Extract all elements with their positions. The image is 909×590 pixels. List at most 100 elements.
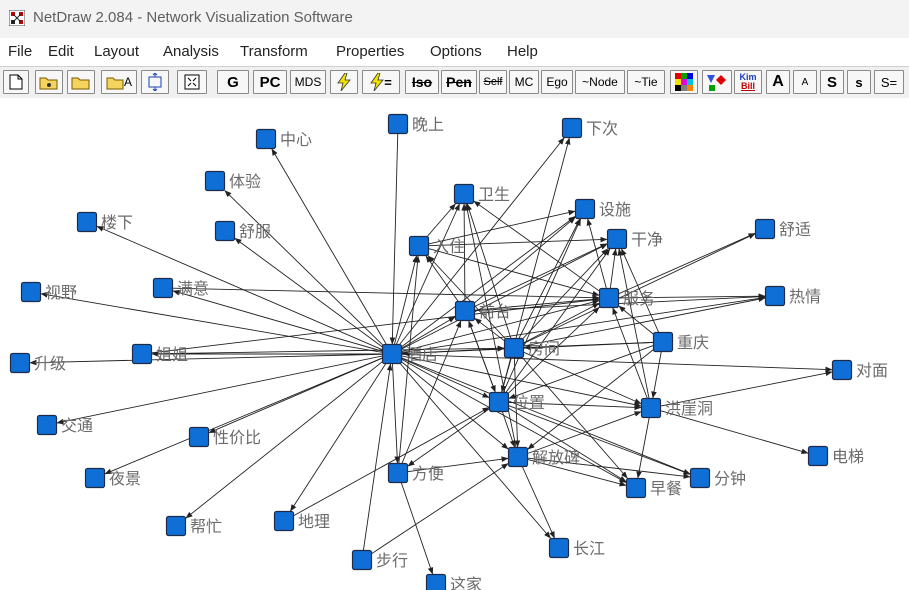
color-palette-button[interactable]	[670, 70, 698, 94]
node-buxing[interactable]: 步行	[351, 549, 409, 571]
node-square[interactable]	[574, 198, 596, 220]
new-file-button[interactable]	[3, 70, 29, 94]
node-square[interactable]	[807, 445, 829, 467]
ego-button[interactable]: Ego	[541, 70, 573, 94]
self-loops-button[interactable]: Self	[479, 70, 507, 94]
node-square[interactable]	[152, 277, 174, 299]
open-folder-button[interactable]	[67, 70, 95, 94]
node-square[interactable]	[351, 549, 373, 571]
node-tiyan[interactable]: 体验	[204, 170, 262, 192]
node-fangbian[interactable]: 方便	[387, 462, 445, 484]
node-shengji[interactable]: 升级	[9, 352, 67, 374]
menu-help[interactable]: Help	[507, 43, 538, 60]
layout-lightning-button[interactable]	[330, 70, 358, 94]
node-yejing[interactable]: 夜景	[84, 467, 142, 489]
mc-button[interactable]: MC	[509, 70, 539, 94]
node-bangmang[interactable]: 帮忙	[165, 515, 223, 537]
node-chongqing[interactable]: 重庆	[652, 331, 710, 353]
node-size-increase-button[interactable]: S	[820, 70, 844, 94]
node-shiye[interactable]: 视野	[20, 281, 78, 303]
node-wanshang[interactable]: 晚上	[387, 113, 445, 135]
node-size-decrease-button[interactable]: s	[847, 70, 871, 94]
node-square[interactable]	[689, 467, 711, 489]
node-square[interactable]	[9, 352, 31, 374]
node-square[interactable]	[507, 446, 529, 468]
node-square[interactable]	[273, 510, 295, 532]
node-square[interactable]	[640, 397, 662, 419]
menu-file[interactable]: File	[8, 43, 32, 60]
node-dianti[interactable]: 电梯	[807, 445, 865, 467]
node-square[interactable]	[548, 537, 570, 559]
node-square[interactable]	[387, 462, 409, 484]
node-square[interactable]	[381, 343, 403, 365]
node-square[interactable]	[188, 426, 210, 448]
node-square[interactable]	[561, 117, 583, 139]
pendants-button[interactable]: Pen	[441, 70, 477, 94]
node-duimian[interactable]: 对面	[831, 359, 889, 381]
menu-options[interactable]: Options	[430, 43, 482, 60]
mds-button[interactable]: MDS	[290, 70, 326, 94]
node-hongyadong[interactable]: 洪崖洞	[640, 397, 714, 419]
node-square[interactable]	[488, 391, 510, 413]
fit-button[interactable]	[177, 70, 207, 94]
menu-transform[interactable]: Transform	[240, 43, 308, 60]
node-square[interactable]	[606, 228, 628, 250]
node-square[interactable]	[214, 220, 236, 242]
node-dili[interactable]: 地理	[273, 510, 331, 532]
network-canvas[interactable]: 中心 晚上 下次 体验 卫生 设施 楼下 舒服 入住 干净 舒适 视野 满意 前台 服务 热情 姐姐 酒店 房间 重庆…	[0, 98, 909, 590]
node-zaocan[interactable]: 早餐	[625, 477, 683, 499]
menu-edit[interactable]: Edit	[48, 43, 74, 60]
node-ruzhu[interactable]: 入住	[408, 235, 466, 257]
node-manyi[interactable]: 满意	[152, 277, 210, 299]
layout-lightning-equal-button[interactable]: =	[362, 70, 400, 94]
menu-layout[interactable]: Layout	[94, 43, 139, 60]
node-square[interactable]	[387, 113, 409, 135]
node-square[interactable]	[454, 300, 476, 322]
node-zhongxin[interactable]: 中心	[255, 128, 313, 150]
node-jiudian[interactable]: 酒店	[381, 343, 439, 365]
open-network-button[interactable]	[35, 70, 63, 94]
open-attribute-button[interactable]: A	[101, 70, 137, 94]
node-square[interactable]	[503, 337, 525, 359]
menu-properties[interactable]: Properties	[336, 43, 404, 60]
node-jiaotong[interactable]: 交通	[36, 414, 94, 436]
node-xingjiabi[interactable]: 性价比	[188, 426, 262, 448]
node-shushi[interactable]: 舒适	[754, 218, 812, 240]
node-square[interactable]	[165, 515, 187, 537]
node-jiefangbei[interactable]: 解放碑	[507, 446, 581, 468]
node-changjiang[interactable]: 长江	[548, 537, 606, 559]
tie-filter-button[interactable]: ~Tie	[627, 70, 665, 94]
node-square[interactable]	[425, 573, 447, 590]
node-zhejia[interactable]: 这家	[425, 573, 483, 590]
isolates-button[interactable]: Iso	[405, 70, 439, 94]
network-graph[interactable]: 中心 晚上 下次体验卫生设施楼下 舒服入住 干净 舒适视野 满意前台 服务 热情姐姐 酒店 房间 重庆…	[0, 98, 909, 590]
node-square[interactable]	[255, 128, 277, 150]
label-size-decrease-button[interactable]: A	[793, 70, 817, 94]
node-square[interactable]	[764, 285, 786, 307]
node-shufu[interactable]: 舒服	[214, 220, 272, 242]
node-sheshi[interactable]: 设施	[574, 198, 632, 220]
node-fenzhong[interactable]: 分钟	[689, 467, 747, 489]
node-square[interactable]	[204, 170, 226, 192]
node-square[interactable]	[20, 281, 42, 303]
node-weizhi[interactable]: 位置	[488, 391, 546, 413]
node-louxia[interactable]: 楼下	[76, 211, 134, 233]
node-square[interactable]	[84, 467, 106, 489]
node-square[interactable]	[453, 183, 475, 205]
g-button[interactable]: G	[217, 70, 249, 94]
node-qiantai[interactable]: 前台	[454, 300, 512, 322]
node-square[interactable]	[625, 477, 647, 499]
node-jiejie[interactable]: 姐姐	[131, 343, 189, 365]
pc-button[interactable]: PC	[253, 70, 287, 94]
node-ganjing[interactable]: 干净	[606, 228, 664, 250]
kim-bill-button[interactable]: Kim Bill	[734, 70, 762, 94]
node-square[interactable]	[131, 343, 153, 365]
label-size-increase-button[interactable]: A	[766, 70, 790, 94]
resize-button[interactable]	[141, 70, 169, 94]
node-xiaci[interactable]: 下次	[561, 117, 619, 139]
node-reqing[interactable]: 热情	[764, 285, 822, 307]
node-fangjian[interactable]: 房间	[503, 337, 561, 359]
node-square[interactable]	[598, 287, 620, 309]
node-weisheng[interactable]: 卫生	[453, 183, 511, 205]
node-size-equal-button[interactable]: S=	[874, 70, 904, 94]
